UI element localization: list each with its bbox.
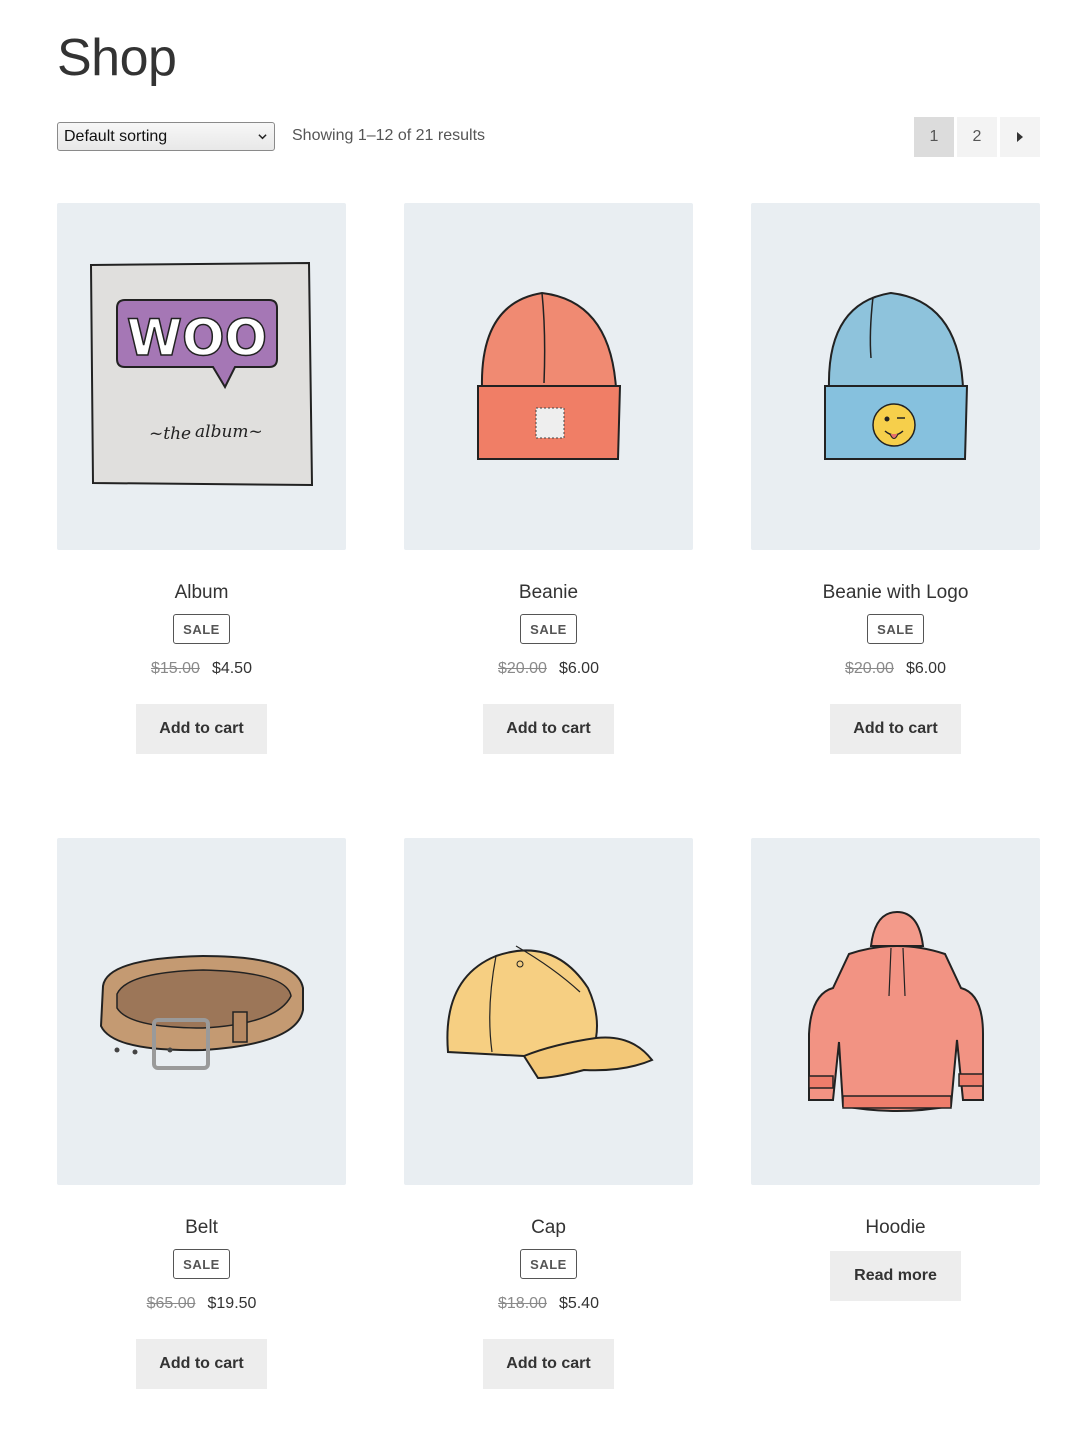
product-card-album: WOO ~the album~ Album SALE $15.00 $4.50 A…: [57, 203, 346, 754]
beanie-icon: [477, 291, 622, 460]
page-title: Shop: [57, 29, 177, 87]
product-image[interactable]: WOO ~the album~: [57, 203, 346, 550]
product-image[interactable]: [404, 203, 693, 550]
add-to-cart-button[interactable]: Add to cart: [136, 704, 267, 754]
product-image[interactable]: [404, 838, 693, 1185]
product-name[interactable]: Cap: [404, 1216, 693, 1240]
cap-icon: [446, 945, 654, 1080]
original-price: $20.00: [845, 660, 894, 677]
result-count: Showing 1–12 of 21 results: [292, 127, 486, 144]
read-more-button[interactable]: Read more: [830, 1251, 961, 1301]
svg-text:~the: ~the: [149, 424, 191, 444]
sale-badge: SALE: [867, 614, 924, 644]
belt-icon: [99, 954, 304, 1070]
sale-price: $5.40: [558, 1295, 599, 1312]
original-price: $20.00: [498, 660, 547, 677]
product-price: $20.00 $6.00: [404, 659, 693, 679]
album-cover-icon: WOO ~the album~: [89, 261, 314, 487]
product-image[interactable]: [751, 838, 1040, 1185]
product-price: $18.00 $5.40: [404, 1294, 693, 1314]
sale-price: $19.50: [207, 1295, 257, 1312]
shop-toolbar: Default sorting Showing 1–12 of 21 resul…: [57, 117, 1040, 157]
product-card-beanie-with-logo: Beanie with Logo SALE $20.00 $6.00 Add to…: [751, 203, 1040, 754]
product-name[interactable]: Beanie: [404, 581, 693, 605]
sale-price: $6.00: [905, 660, 946, 677]
sale-badge: SALE: [520, 1249, 577, 1279]
product-name[interactable]: Album: [57, 581, 346, 605]
page-2-button[interactable]: 2: [957, 117, 997, 157]
sorting-select-value: Default sorting: [64, 128, 168, 145]
beanie-logo-icon: [824, 291, 969, 460]
sale-badge: SALE: [173, 1249, 230, 1279]
triangle-right-icon: [1017, 132, 1023, 142]
svg-text:album~: album~: [195, 422, 263, 442]
add-to-cart-button[interactable]: Add to cart: [483, 1339, 614, 1389]
original-price: $18.00: [498, 1295, 547, 1312]
next-page-button[interactable]: [1000, 117, 1040, 157]
product-card-belt: Belt SALE $65.00 $19.50 Add to cart: [57, 838, 346, 1389]
product-name[interactable]: Belt: [57, 1216, 346, 1240]
chevron-down-icon: [258, 134, 267, 140]
product-name[interactable]: Beanie with Logo: [751, 581, 1040, 605]
page-1-button[interactable]: 1: [914, 117, 954, 157]
pagination: 1 2: [914, 117, 1040, 157]
sale-price: $6.00: [558, 660, 599, 677]
sale-badge: SALE: [520, 614, 577, 644]
product-card-hoodie: Hoodie Read more: [751, 838, 1040, 1301]
add-to-cart-button[interactable]: Add to cart: [136, 1339, 267, 1389]
sorting-select[interactable]: Default sorting: [57, 122, 275, 151]
product-price: $65.00 $19.50: [57, 1294, 346, 1314]
svg-text:WOO: WOO: [127, 309, 267, 367]
add-to-cart-button[interactable]: Add to cart: [830, 704, 961, 754]
add-to-cart-button[interactable]: Add to cart: [483, 704, 614, 754]
product-price: $15.00 $4.50: [57, 659, 346, 679]
product-card-beanie: Beanie SALE $20.00 $6.00 Add to cart: [404, 203, 693, 754]
product-image[interactable]: [751, 203, 1040, 550]
original-price: $65.00: [146, 1295, 196, 1312]
product-image[interactable]: [57, 838, 346, 1185]
product-card-cap: Cap SALE $18.00 $5.40 Add to cart: [404, 838, 693, 1389]
hoodie-icon: [808, 910, 984, 1112]
product-price: $20.00 $6.00: [751, 659, 1040, 679]
original-price: $15.00: [151, 660, 200, 677]
sale-price: $4.50: [211, 660, 252, 677]
product-name[interactable]: Hoodie: [751, 1216, 1040, 1240]
sale-badge: SALE: [173, 614, 230, 644]
